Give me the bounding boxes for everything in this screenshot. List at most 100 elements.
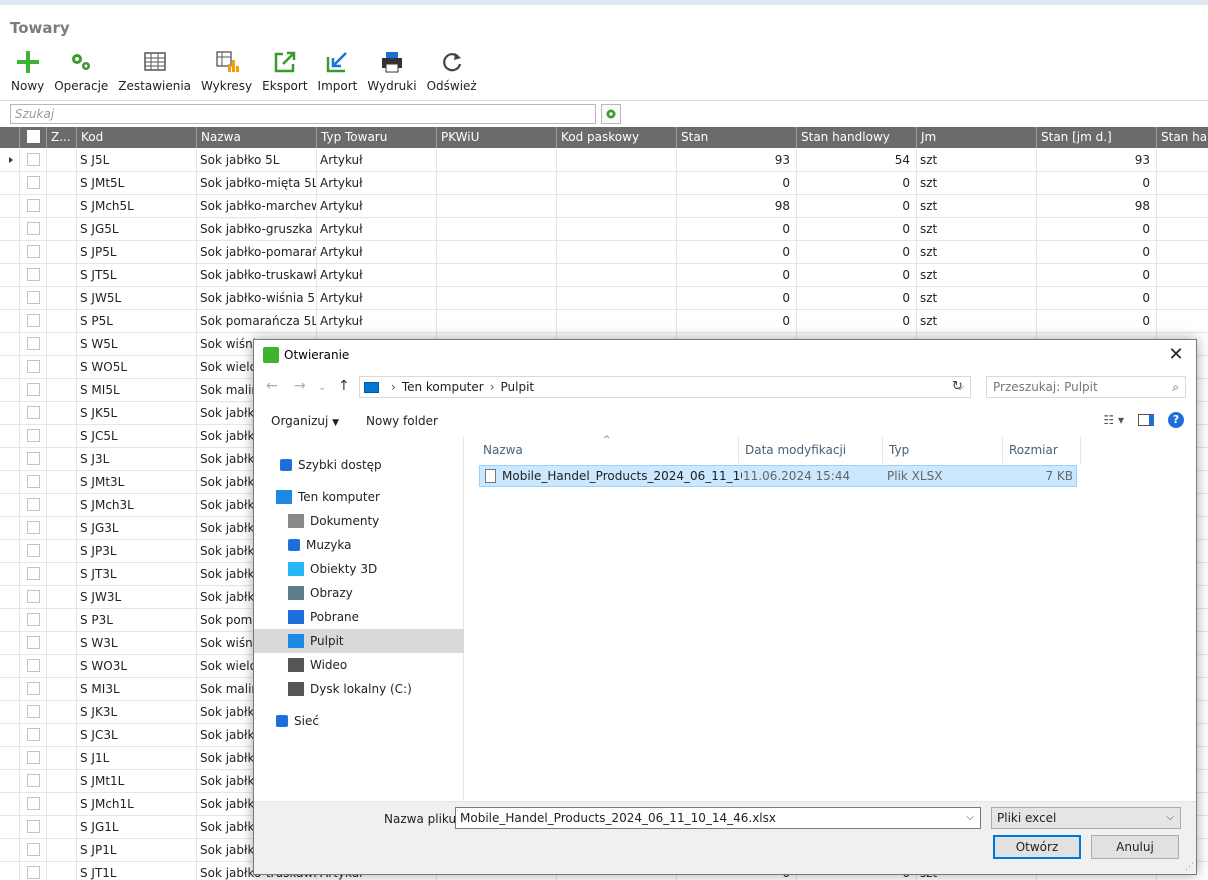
row-checkbox[interactable] (27, 498, 40, 511)
row-selector[interactable] (0, 839, 20, 861)
cancel-button[interactable]: Anuluj (1091, 835, 1179, 859)
table-row[interactable]: S JMch5L Sok jabłko-marchewk Artykuł 98 0 szt… (0, 195, 1208, 218)
reports-button[interactable]: Zestawienia (113, 48, 196, 96)
view-options-icon[interactable]: ☷ ▾ (1103, 413, 1124, 427)
row-checkbox[interactable] (27, 613, 40, 626)
header-col-jm[interactable]: Jm (917, 127, 1037, 148)
help-icon[interactable]: ? (1168, 412, 1184, 428)
row-selector[interactable] (0, 402, 20, 424)
row-checkbox[interactable] (27, 268, 40, 281)
row-selector[interactable] (0, 218, 20, 240)
row-selector[interactable] (0, 747, 20, 769)
header-col-kod[interactable]: Kod (77, 127, 197, 148)
row-selector[interactable] (0, 701, 20, 723)
operations-button[interactable]: Operacje (49, 48, 113, 96)
row-checkbox[interactable] (27, 843, 40, 856)
table-row[interactable]: S JP5L Sok jabłko-pomarańc Artykuł 0 0 szt 0 (0, 241, 1208, 264)
file-col-type[interactable]: Typ (883, 437, 1003, 463)
file-col-date[interactable]: Data modyfikacji (739, 437, 883, 463)
new-button[interactable]: Nowy (6, 48, 49, 96)
row-selector[interactable] (0, 149, 20, 171)
dialog-search-input[interactable]: Przeszukaj: Pulpit ⌕ (986, 376, 1186, 398)
filetype-select[interactable]: Pliki excel ⌵ (991, 807, 1181, 829)
row-selector[interactable] (0, 862, 20, 880)
nav-item[interactable]: Obiekty 3D (254, 557, 464, 581)
filename-input[interactable]: Mobile_Handel_Products_2024_06_11_10_14_… (455, 807, 981, 829)
preview-pane-icon[interactable] (1138, 414, 1154, 426)
row-checkbox[interactable] (27, 521, 40, 534)
row-selector[interactable] (0, 287, 20, 309)
refresh-icon[interactable]: ↻ (952, 379, 963, 394)
header-col-stan[interactable]: Stan (677, 127, 797, 148)
row-checkbox[interactable] (27, 774, 40, 787)
nav-item[interactable]: Dokumenty (254, 509, 464, 533)
nav-item[interactable]: Obrazy (254, 581, 464, 605)
row-checkbox[interactable] (27, 751, 40, 764)
nav-item[interactable]: Szybki dostęp (254, 453, 464, 477)
row-selector[interactable] (0, 310, 20, 332)
row-checkbox[interactable] (27, 475, 40, 488)
row-checkbox[interactable] (27, 337, 40, 350)
header-col-pkwiu[interactable]: PKWiU (437, 127, 557, 148)
search-input[interactable]: Szukaj (10, 104, 596, 124)
header-col-typ[interactable]: Typ Towaru (317, 127, 437, 148)
table-row[interactable]: S P5L Sok pomarańcza 5L Artykuł 0 0 szt 0 (0, 310, 1208, 333)
row-selector[interactable] (0, 517, 20, 539)
row-checkbox[interactable] (27, 429, 40, 442)
charts-button[interactable]: Wykresy (196, 48, 257, 96)
row-checkbox[interactable] (27, 636, 40, 649)
row-checkbox[interactable] (27, 682, 40, 695)
row-selector[interactable] (0, 448, 20, 470)
table-row[interactable]: S J5L Sok jabłko 5L Artykuł 93 54 szt 93 (0, 149, 1208, 172)
header-col-z[interactable]: Z... (47, 127, 77, 148)
nav-item[interactable]: Sieć (254, 709, 464, 733)
import-button[interactable]: Import (313, 48, 363, 96)
row-checkbox[interactable] (27, 153, 40, 166)
forward-icon[interactable]: → (294, 378, 306, 394)
row-selector[interactable] (0, 655, 20, 677)
nav-item[interactable]: Muzyka (254, 533, 464, 557)
row-checkbox[interactable] (27, 567, 40, 580)
row-selector[interactable] (0, 770, 20, 792)
row-selector[interactable] (0, 816, 20, 838)
table-row[interactable]: S JMt5L Sok jabłko-mięta 5L Artykuł 0 0 szt 0 (0, 172, 1208, 195)
export-button[interactable]: Eksport (257, 48, 312, 96)
row-checkbox[interactable] (27, 222, 40, 235)
row-selector[interactable] (0, 678, 20, 700)
nav-item[interactable]: Wideo (254, 653, 464, 677)
row-checkbox[interactable] (27, 659, 40, 672)
row-selector[interactable] (0, 632, 20, 654)
row-selector[interactable] (0, 609, 20, 631)
select-all-checkbox[interactable] (27, 130, 40, 143)
open-button[interactable]: Otwórz (993, 835, 1081, 859)
table-row[interactable]: S JG5L Sok jabłko-gruszka 5l Artykuł 0 0 szt 0 (0, 218, 1208, 241)
recent-chevron-icon[interactable]: ⌄ (318, 382, 326, 393)
row-checkbox[interactable] (27, 544, 40, 557)
row-checkbox[interactable] (27, 866, 40, 879)
row-selector[interactable] (0, 494, 20, 516)
breadcrumb-desktop[interactable]: Pulpit (501, 380, 535, 394)
row-checkbox[interactable] (27, 452, 40, 465)
table-row[interactable]: S JW5L Sok jabłko-wiśnia 5L Artykuł 0 0 szt 0 (0, 287, 1208, 310)
file-col-size[interactable]: Rozmiar (1003, 437, 1081, 463)
header-col-stan-han[interactable]: Stan han (1157, 127, 1208, 148)
header-col-kod-paskowy[interactable]: Kod paskowy (557, 127, 677, 148)
table-row[interactable]: S JT5L Sok jabłko-truskawka Artykuł 0 0 szt 0 (0, 264, 1208, 287)
search-options-button[interactable] (601, 104, 621, 124)
header-col-stan-handlowy[interactable]: Stan handlowy (797, 127, 917, 148)
row-checkbox[interactable] (27, 245, 40, 258)
row-selector[interactable] (0, 264, 20, 286)
row-checkbox[interactable] (27, 199, 40, 212)
up-icon[interactable]: ↑ (338, 378, 350, 394)
row-selector[interactable] (0, 356, 20, 378)
nav-item[interactable]: Pulpit (254, 629, 464, 653)
organize-button[interactable]: Organizuj ▼ (271, 414, 339, 428)
breadcrumb-computer[interactable]: Ten komputer (402, 380, 484, 394)
row-selector[interactable] (0, 172, 20, 194)
nav-item[interactable]: Dysk lokalny (C:) (254, 677, 464, 701)
row-selector[interactable] (0, 195, 20, 217)
nav-item[interactable]: Ten komputer (254, 485, 464, 509)
row-selector[interactable] (0, 425, 20, 447)
row-checkbox[interactable] (27, 291, 40, 304)
row-selector[interactable] (0, 586, 20, 608)
